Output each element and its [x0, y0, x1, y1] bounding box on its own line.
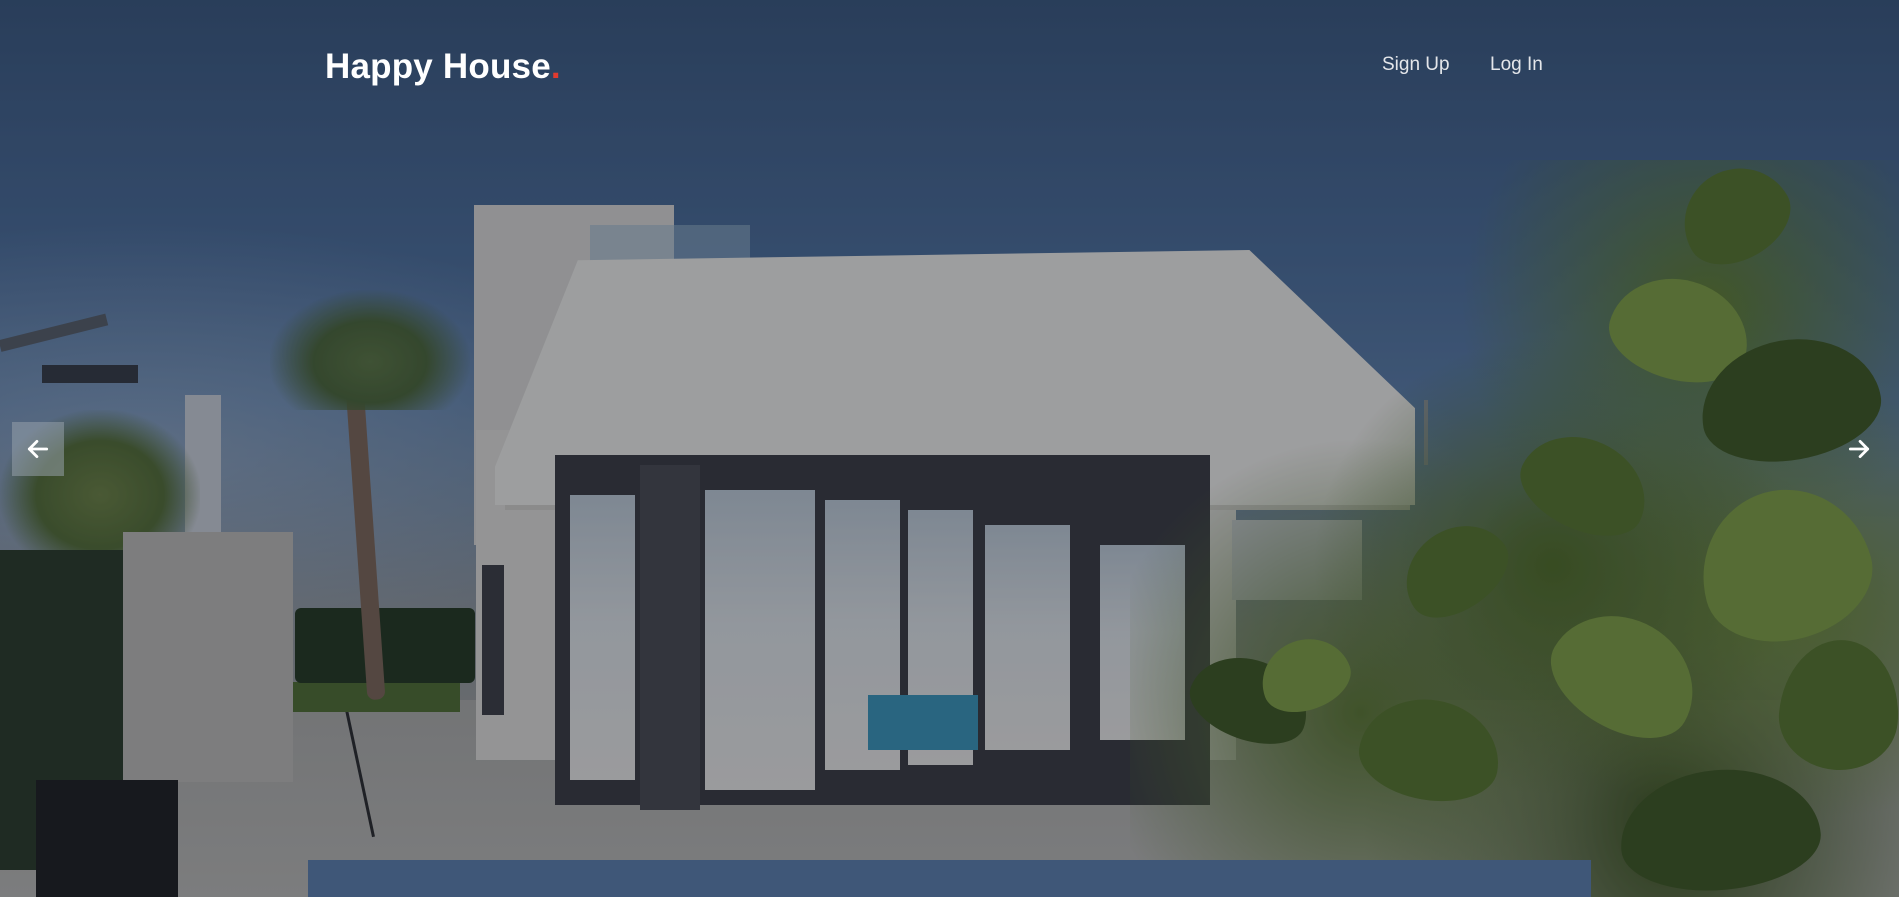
hero-carousel: Happy House. Sign Up Log In — [0, 0, 1899, 897]
carousel-next-button[interactable] — [1833, 422, 1885, 476]
site-logo[interactable]: Happy House. — [325, 47, 561, 87]
hero-overlay — [0, 0, 1899, 897]
top-navbar: Happy House. Sign Up Log In — [0, 0, 1899, 130]
carousel-prev-button[interactable] — [12, 422, 64, 476]
brand-dot: . — [550, 47, 561, 86]
brand-name: Happy House — [325, 47, 551, 86]
sign-up-link[interactable]: Sign Up — [1382, 54, 1450, 76]
arrow-right-icon — [1848, 440, 1870, 458]
search-panel — [308, 860, 1591, 897]
log-in-link[interactable]: Log In — [1490, 54, 1543, 76]
arrow-left-icon — [27, 440, 49, 458]
